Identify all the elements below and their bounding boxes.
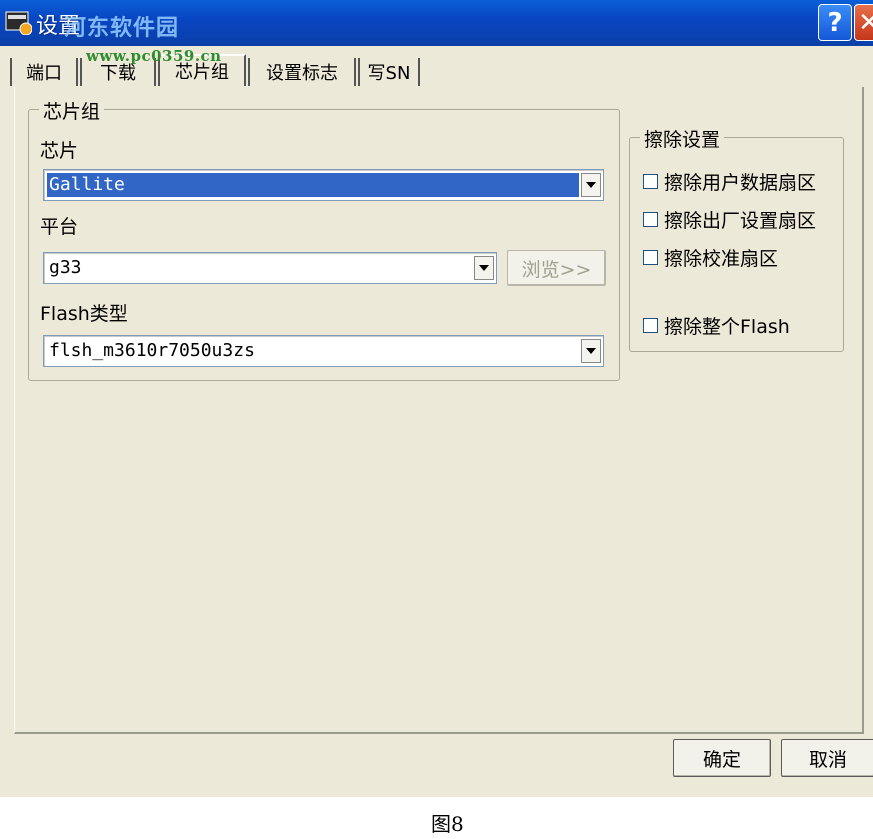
ok-button-label: 确定 <box>702 748 741 771</box>
tab-write-sn[interactable]: 写SN <box>358 58 420 86</box>
tab-settings-flag[interactable]: 设置标志 <box>248 58 356 86</box>
erase-calibration-checkbox[interactable]: 擦除校准扇区 <box>643 244 778 271</box>
checkbox-label: 擦除用户数据扇区 <box>664 172 817 194</box>
erase-factory-settings-checkbox[interactable]: 擦除出厂设置扇区 <box>643 206 816 233</box>
browse-button-label: 浏览>> <box>521 258 592 281</box>
tab-label: 端口 <box>26 63 62 84</box>
title-bar[interactable]: 设置 河东软件园 ? ✕ <box>0 0 873 46</box>
checkbox-box[interactable] <box>643 212 658 227</box>
tab-port[interactable]: 端口 <box>10 58 78 86</box>
flash-type-label: Flash类型 <box>40 303 128 325</box>
watermark-text: 河东软件园 <box>64 15 180 41</box>
chip-select-value: Gallite <box>47 173 579 197</box>
checkbox-label: 擦除出厂设置扇区 <box>664 210 817 232</box>
chevron-down-icon[interactable] <box>581 339 601 363</box>
cancel-button[interactable]: 取消 <box>781 739 873 777</box>
platform-select[interactable]: g33 <box>43 252 497 284</box>
help-button[interactable]: ? <box>818 4 852 41</box>
erase-whole-flash-checkbox[interactable]: 擦除整个Flash <box>643 312 790 339</box>
platform-select-value: g33 <box>49 257 82 278</box>
chevron-down-icon[interactable] <box>474 256 494 280</box>
ok-button[interactable]: 确定 <box>673 739 771 777</box>
settings-dialog: 设置 河东软件园 ? ✕ www.pc0359.cn 端口 下载 芯片组 设置标… <box>0 0 873 797</box>
checkbox-box[interactable] <box>643 250 658 265</box>
tab-label: 设置标志 <box>266 63 338 84</box>
figure-caption: 图8 <box>431 812 464 836</box>
platform-label: 平台 <box>40 216 79 238</box>
tab-label: 写SN <box>367 63 411 84</box>
erase-user-data-checkbox[interactable]: 擦除用户数据扇区 <box>643 168 816 195</box>
flash-type-select[interactable]: flsh_m3610r7050u3zs <box>43 335 604 367</box>
watermark-url: www.pc0359.cn <box>86 47 222 65</box>
chip-label: 芯片 <box>40 140 79 162</box>
close-button[interactable]: ✕ <box>854 4 873 41</box>
flash-type-select-value: flsh_m3610r7050u3zs <box>49 340 255 361</box>
erase-group-legend: 擦除设置 <box>640 125 725 152</box>
checkbox-label: 擦除校准扇区 <box>664 248 779 270</box>
browse-button[interactable]: 浏览>> <box>507 250 606 286</box>
close-icon: ✕ <box>858 7 873 38</box>
question-icon: ? <box>827 7 843 38</box>
app-icon <box>5 11 32 35</box>
chipset-group-legend: 芯片组 <box>39 97 105 124</box>
checkbox-label: 擦除整个Flash <box>664 316 790 338</box>
cancel-button-label: 取消 <box>808 748 847 771</box>
checkbox-box[interactable] <box>643 318 658 333</box>
chip-select[interactable]: Gallite <box>43 169 604 201</box>
chevron-down-icon[interactable] <box>581 173 601 197</box>
checkbox-box[interactable] <box>643 174 658 189</box>
